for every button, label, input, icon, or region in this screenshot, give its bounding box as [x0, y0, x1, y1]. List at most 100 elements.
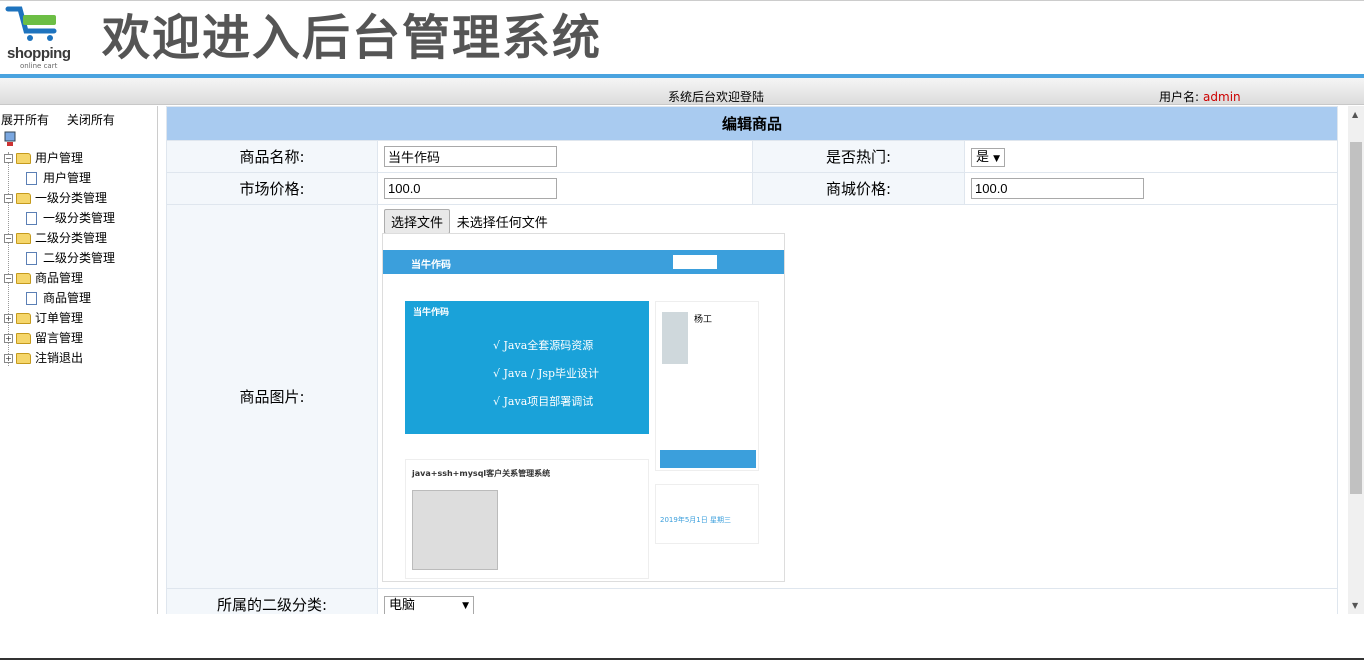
hot-select-value: 是	[976, 149, 990, 165]
category-select[interactable]: 电脑 ▼	[384, 595, 474, 614]
welcome-text: 系统后台欢迎登陆	[668, 90, 765, 104]
user-info: 用户名: admin	[1159, 88, 1241, 105]
dropdown-arrow-icon: ▼	[993, 153, 1001, 164]
name-cell	[377, 140, 753, 173]
tree-group-users[interactable]: − 用户管理	[4, 148, 83, 168]
hot-label: 是否热门:	[752, 140, 965, 173]
collapse-toggle-icon[interactable]: −	[4, 194, 13, 203]
preview-banner: 当牛作码 √ Java全套源码资源 √ Java / Jsp毕业设计 √ Jav…	[405, 301, 649, 434]
scrollbar-thumb[interactable]	[1350, 142, 1362, 494]
folder-icon	[16, 153, 31, 164]
market-price-label: 市场价格:	[166, 172, 378, 205]
folder-icon	[16, 353, 31, 364]
tree-item-category2[interactable]: 二级分类管理	[26, 248, 115, 268]
name-label: 商品名称:	[166, 140, 378, 173]
tree-group-label: 二级分类管理	[35, 231, 108, 245]
tree-controls: 展开所有 关闭所有	[1, 111, 129, 128]
product-name-input[interactable]	[384, 146, 557, 167]
preview-article: java+ssh+mysql客户关系管理系统	[405, 459, 649, 579]
folder-icon	[16, 193, 31, 204]
logo-text: shopping	[7, 45, 71, 62]
user-label: 用户名:	[1159, 90, 1200, 104]
scroll-up-icon[interactable]: ▲	[1352, 110, 1358, 119]
expand-toggle-icon[interactable]: +	[4, 334, 13, 343]
collapse-toggle-icon[interactable]: −	[4, 234, 13, 243]
preview-article-image	[412, 490, 498, 570]
document-icon	[26, 292, 37, 305]
tree-item-label: 商品管理	[43, 291, 92, 305]
preview-navbar: 当牛作码	[383, 250, 784, 274]
tree-group-label: 留言管理	[35, 331, 84, 345]
computer-icon	[4, 131, 16, 146]
preview-banner-title: 当牛作码	[413, 308, 450, 318]
document-icon	[26, 172, 37, 185]
category-cell: 电脑 ▼	[377, 588, 1338, 614]
shopping-cart-logo: shopping online cart	[4, 5, 78, 71]
hot-cell: 是 ▼	[964, 140, 1338, 173]
tree-group-logout[interactable]: + 注销退出	[4, 348, 83, 368]
preview-sign-box: 2019年5月1日 星期三	[655, 484, 759, 544]
username: admin	[1203, 90, 1241, 104]
tree-group-messages[interactable]: + 留言管理	[4, 328, 83, 348]
collapse-all-link[interactable]: 关闭所有	[67, 113, 115, 127]
form-heading: 编辑商品	[166, 106, 1338, 141]
document-icon	[26, 252, 37, 265]
tree-item-users[interactable]: 用户管理	[26, 168, 91, 188]
tree-item-label: 一级分类管理	[43, 211, 116, 225]
tree-item-label: 二级分类管理	[43, 251, 116, 265]
tree-group-category1[interactable]: − 一级分类管理	[4, 188, 107, 208]
tree-item-label: 用户管理	[43, 171, 92, 185]
tree-group-products[interactable]: − 商品管理	[4, 268, 83, 288]
status-bar: 系统后台欢迎登陆 用户名: admin	[0, 78, 1364, 105]
tree-item-products[interactable]: 商品管理	[26, 288, 91, 308]
tree-group-label: 商品管理	[35, 271, 84, 285]
tree-group-label: 一级分类管理	[35, 191, 108, 205]
preview-banner-line: √ Java项目部署调试	[493, 395, 594, 408]
top-header: shopping online cart 欢迎进入后台管理系统	[0, 0, 1364, 76]
preview-date: 2019年5月1日 星期三	[660, 516, 731, 524]
edit-product-panel: 编辑商品 商品名称: 是否热门: 是 ▼ 市场价格: 商城价格: 商品图片: 选…	[166, 106, 1339, 614]
shop-price-input[interactable]	[971, 178, 1144, 199]
tree-group-category2[interactable]: − 二级分类管理	[4, 228, 107, 248]
folder-icon	[16, 233, 31, 244]
tree-group-label: 订单管理	[35, 311, 84, 325]
category-label: 所属的二级分类:	[166, 588, 378, 614]
preview-card-name: 杨工	[694, 315, 713, 325]
expand-toggle-icon[interactable]: +	[4, 314, 13, 323]
dropdown-arrow-icon: ▼	[462, 600, 469, 611]
preview-article-title: java+ssh+mysql客户关系管理系统	[412, 469, 551, 478]
preview-topbar	[383, 234, 784, 250]
site-title: 欢迎进入后台管理系统	[102, 10, 603, 66]
preview-banner-line: √ Java全套源码资源	[493, 339, 594, 352]
tree-group-label: 用户管理	[35, 151, 84, 165]
expand-toggle-icon[interactable]: +	[4, 354, 13, 363]
expand-all-link[interactable]: 展开所有	[1, 113, 49, 127]
logo-subtext: online cart	[20, 62, 58, 70]
cart-icon	[5, 6, 57, 41]
folder-icon	[16, 333, 31, 344]
file-status: 未选择任何文件	[456, 216, 548, 231]
collapse-toggle-icon[interactable]: −	[4, 154, 13, 163]
preview-avatar	[662, 312, 688, 364]
image-label: 商品图片:	[166, 204, 378, 589]
shop-price-cell	[964, 172, 1338, 205]
tree-group-orders[interactable]: + 订单管理	[4, 308, 83, 328]
sidebar-tree: 展开所有 关闭所有 − 用户管理 用户管理 − 一级分类管理 一级分类管理 − 二级分…	[0, 106, 158, 614]
tree-group-label: 注销退出	[35, 351, 84, 365]
preview-profile-card: 杨工	[655, 301, 759, 471]
hot-select[interactable]: 是 ▼	[971, 147, 1006, 167]
category-select-value: 电脑	[389, 597, 416, 613]
choose-file-button[interactable]: 选择文件	[384, 209, 451, 234]
preview-banner-line: √ Java / Jsp毕业设计	[493, 367, 600, 380]
tree-item-category1[interactable]: 一级分类管理	[26, 208, 115, 228]
scroll-down-icon[interactable]: ▼	[1352, 601, 1358, 610]
preview-card-button	[660, 450, 756, 468]
collapse-toggle-icon[interactable]: −	[4, 274, 13, 283]
market-price-input[interactable]	[384, 178, 557, 199]
shop-price-label: 商城价格:	[752, 172, 965, 205]
folder-icon	[16, 313, 31, 324]
document-icon	[26, 212, 37, 225]
folder-icon	[16, 273, 31, 284]
market-price-cell	[377, 172, 753, 205]
preview-brand: 当牛作码	[411, 260, 451, 271]
